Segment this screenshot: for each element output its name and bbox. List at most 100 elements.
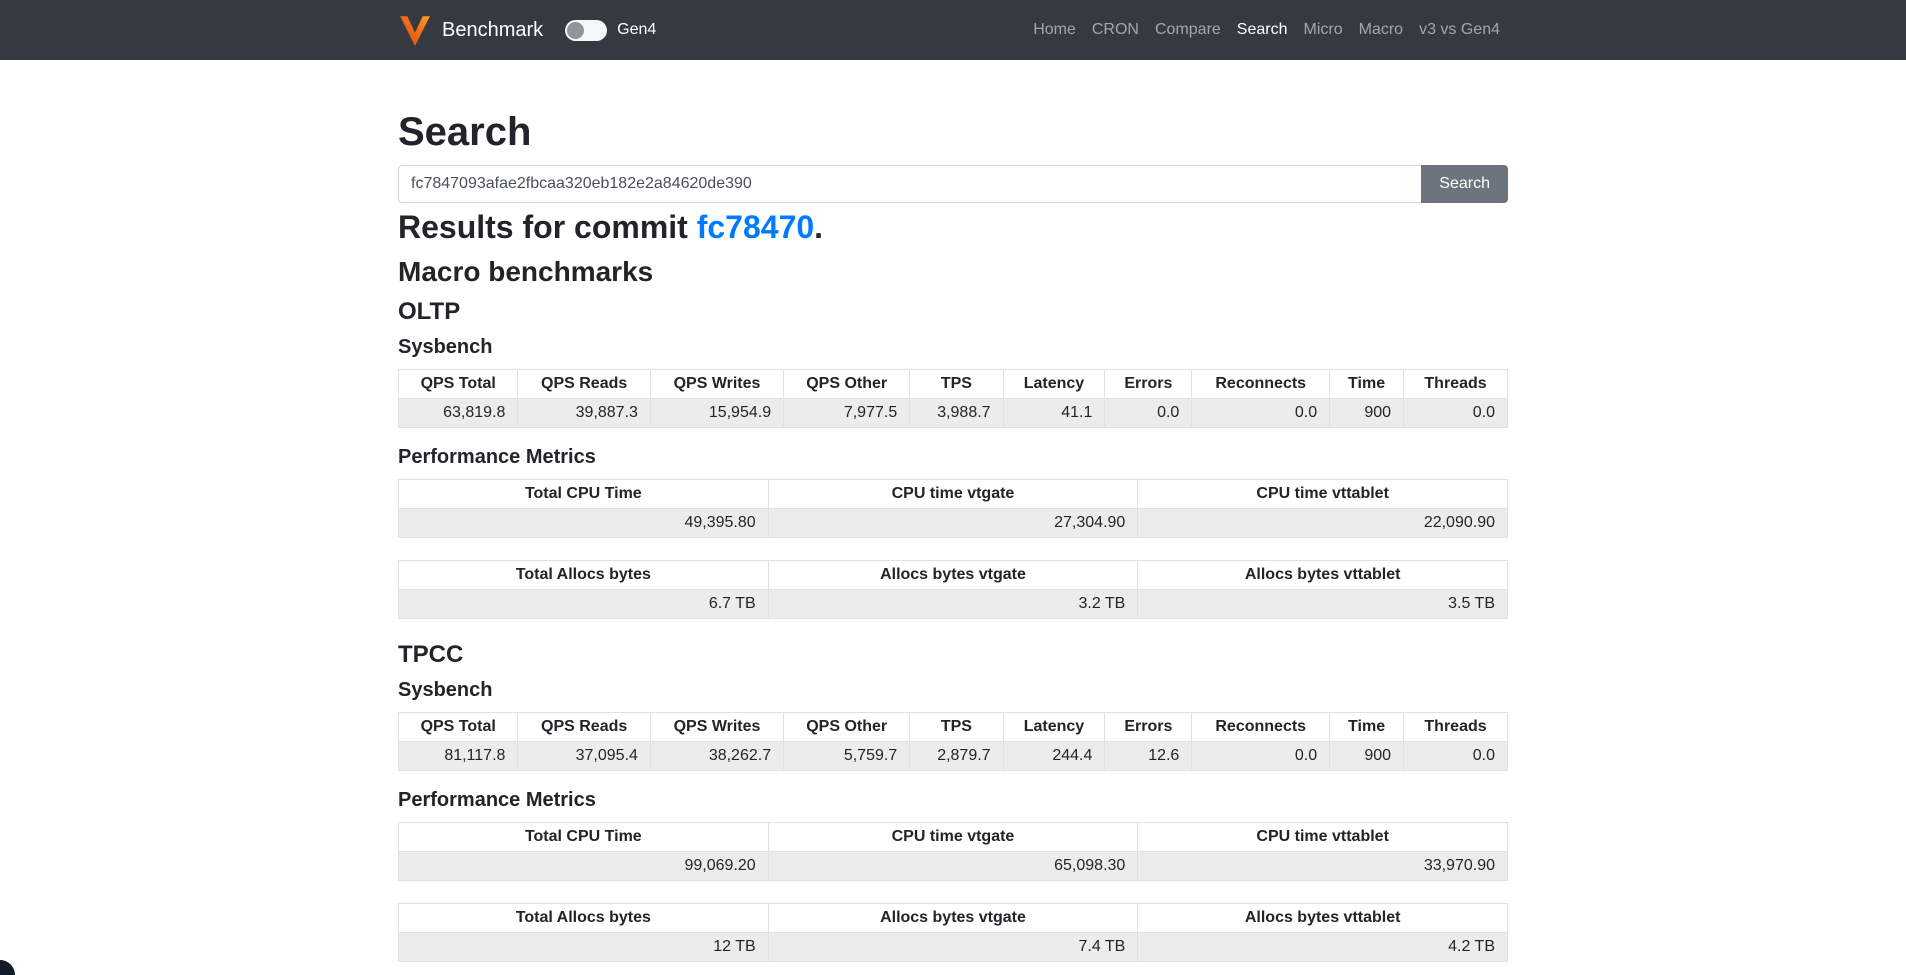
column-header: Latency — [1003, 370, 1105, 399]
column-header: Threads — [1404, 370, 1508, 399]
search-button[interactable]: Search — [1421, 165, 1508, 203]
table-row: 12 TB7.4 TB4.2 TB — [399, 933, 1508, 962]
page-title: Search — [398, 110, 1508, 155]
table-cell: 3,988.7 — [910, 399, 1003, 428]
gen4-toggle[interactable] — [565, 20, 607, 41]
column-header: Allocs bytes vtgate — [768, 561, 1138, 590]
performance-metrics-label: Performance Metrics — [398, 446, 1508, 469]
column-header: Total Allocs bytes — [399, 561, 769, 590]
nav-item-v3-vs-gen4[interactable]: v3 vs Gen4 — [1411, 21, 1508, 39]
table-cell: 38,262.7 — [650, 742, 783, 771]
table-cell: 900 — [1330, 742, 1404, 771]
bottom-left-corner-artifact — [0, 960, 15, 975]
main-content: Search Search Results for commit fc78470… — [383, 60, 1523, 962]
column-header: Total CPU Time — [399, 823, 769, 852]
search-input-group: Search — [398, 165, 1508, 203]
brand-title[interactable]: Benchmark — [442, 19, 543, 42]
table-cell: 4.2 TB — [1138, 933, 1508, 962]
table-cell: 6.7 TB — [399, 590, 769, 619]
table-cell: 15,954.9 — [650, 399, 783, 428]
column-header: QPS Reads — [518, 713, 651, 742]
table-header-row: QPS TotalQPS ReadsQPS WritesQPS OtherTPS… — [399, 713, 1508, 742]
column-header: QPS Writes — [650, 370, 783, 399]
column-header: Threads — [1404, 713, 1508, 742]
table-cell: 27,304.90 — [768, 509, 1138, 538]
table-cell: 3.5 TB — [1138, 590, 1508, 619]
column-header: QPS Reads — [518, 370, 651, 399]
commit-link[interactable]: fc78470 — [697, 209, 814, 245]
table-header-row: Total CPU TimeCPU time vtgateCPU time vt… — [399, 480, 1508, 509]
navbar: Benchmark Gen4 Home CRON Compare Search … — [0, 0, 1906, 60]
column-header: QPS Writes — [650, 713, 783, 742]
column-header: TPS — [910, 370, 1003, 399]
column-header: Allocs bytes vttablet — [1138, 561, 1508, 590]
section-title: OLTP — [398, 298, 1508, 326]
navbar-container: Benchmark Gen4 Home CRON Compare Search … — [383, 13, 1523, 47]
tpcc-sysbench-table: QPS TotalQPS ReadsQPS WritesQPS OtherTPS… — [398, 712, 1508, 771]
section-title: TPCC — [398, 641, 1508, 669]
oltp-sysbench-table: QPS TotalQPS ReadsQPS WritesQPS OtherTPS… — [398, 369, 1508, 428]
column-header: Total CPU Time — [399, 480, 769, 509]
table-cell: 37,095.4 — [518, 742, 651, 771]
column-header: Latency — [1003, 713, 1105, 742]
nav-item-search[interactable]: Search — [1229, 21, 1296, 39]
nav-item-micro[interactable]: Micro — [1296, 21, 1351, 39]
table-cell: 65,098.30 — [768, 852, 1138, 881]
oltp-cpu-time-table: Total CPU TimeCPU time vtgateCPU time vt… — [398, 479, 1508, 538]
brand-group: Benchmark Gen4 — [398, 13, 656, 47]
results-suffix: . — [814, 209, 823, 245]
table-cell: 39,887.3 — [518, 399, 651, 428]
nav-item-compare[interactable]: Compare — [1147, 21, 1229, 39]
table-cell: 33,970.90 — [1138, 852, 1508, 881]
table-header-row: Total CPU TimeCPU time vtgateCPU time vt… — [399, 823, 1508, 852]
toggle-knob — [567, 22, 584, 39]
column-header: CPU time vttablet — [1138, 480, 1508, 509]
gen4-toggle-label: Gen4 — [617, 21, 656, 39]
table-cell: 0.0 — [1192, 742, 1330, 771]
column-header: Allocs bytes vttablet — [1138, 904, 1508, 933]
column-header: CPU time vttablet — [1138, 823, 1508, 852]
column-header: Reconnects — [1192, 713, 1330, 742]
table-row: 49,395.8027,304.9022,090.90 — [399, 509, 1508, 538]
table-cell: 7,977.5 — [784, 399, 910, 428]
column-header: CPU time vtgate — [768, 823, 1138, 852]
table-cell: 41.1 — [1003, 399, 1105, 428]
column-header: Allocs bytes vtgate — [768, 904, 1138, 933]
benchmark-section-tpcc: TPCC Sysbench QPS TotalQPS ReadsQPS Writ… — [398, 641, 1508, 962]
nav-item-macro[interactable]: Macro — [1351, 21, 1411, 39]
table-cell: 22,090.90 — [1138, 509, 1508, 538]
table-cell: 7.4 TB — [768, 933, 1138, 962]
column-header: QPS Other — [784, 713, 910, 742]
nav-item-cron[interactable]: CRON — [1084, 21, 1147, 39]
results-prefix: Results for commit — [398, 209, 697, 245]
commit-search-input[interactable] — [398, 165, 1422, 203]
nav-links: Home CRON Compare Search Micro Macro v3 … — [1025, 21, 1508, 39]
table-cell: 244.4 — [1003, 742, 1105, 771]
table-header-row: Total Allocs bytesAllocs bytes vtgateAll… — [399, 904, 1508, 933]
column-header: QPS Total — [399, 713, 518, 742]
sysbench-label: Sysbench — [398, 679, 1508, 702]
performance-metrics-label: Performance Metrics — [398, 789, 1508, 812]
sysbench-label: Sysbench — [398, 336, 1508, 359]
table-cell: 900 — [1330, 399, 1404, 428]
table-cell: 99,069.20 — [399, 852, 769, 881]
column-header: QPS Other — [784, 370, 910, 399]
table-cell: 12.6 — [1105, 742, 1192, 771]
table-cell: 2,879.7 — [910, 742, 1003, 771]
tpcc-cpu-time-table: Total CPU TimeCPU time vtgateCPU time vt… — [398, 822, 1508, 881]
table-row: 99,069.2065,098.3033,970.90 — [399, 852, 1508, 881]
macro-benchmarks-heading: Macro benchmarks — [398, 256, 1508, 288]
column-header: Time — [1330, 370, 1404, 399]
table-cell: 12 TB — [399, 933, 769, 962]
table-cell: 0.0 — [1192, 399, 1330, 428]
column-header: QPS Total — [399, 370, 518, 399]
benchmark-section-oltp: OLTP Sysbench QPS TotalQPS ReadsQPS Writ… — [398, 298, 1508, 619]
table-cell: 0.0 — [1404, 742, 1508, 771]
table-header-row: QPS TotalQPS ReadsQPS WritesQPS OtherTPS… — [399, 370, 1508, 399]
column-header: Reconnects — [1192, 370, 1330, 399]
column-header: Total Allocs bytes — [399, 904, 769, 933]
nav-item-home[interactable]: Home — [1025, 21, 1084, 39]
table-row: 6.7 TB3.2 TB3.5 TB — [399, 590, 1508, 619]
table-cell: 0.0 — [1404, 399, 1508, 428]
column-header: CPU time vtgate — [768, 480, 1138, 509]
